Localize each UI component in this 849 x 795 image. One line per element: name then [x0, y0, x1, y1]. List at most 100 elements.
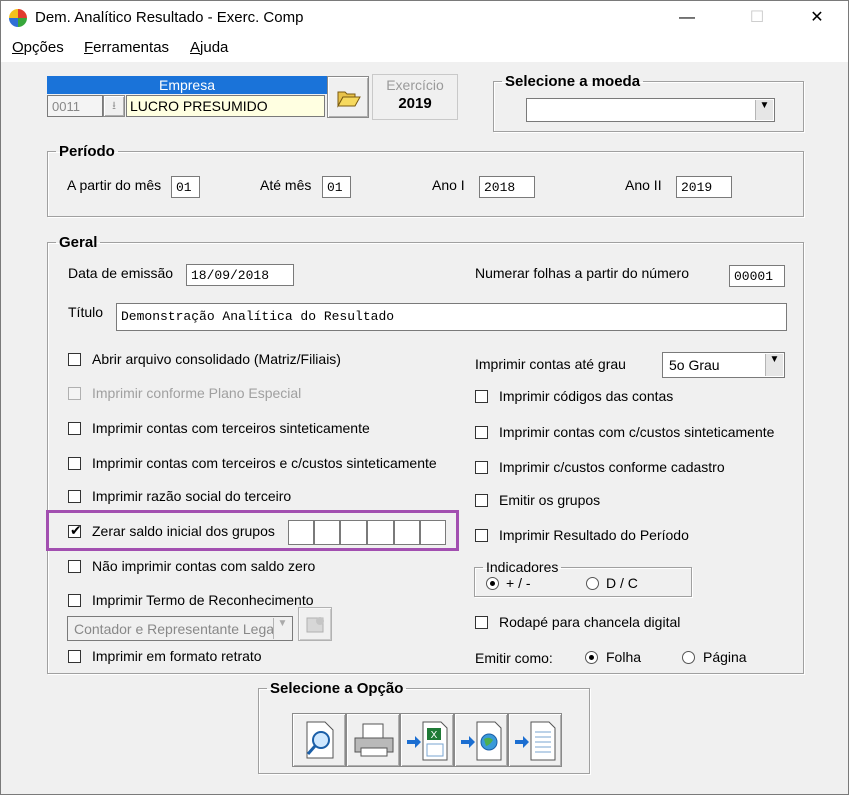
window-title: Dem. Analítico Resultado - Exerc. Comp — [35, 9, 304, 26]
option-label: Imprimir conforme Plano Especial — [92, 385, 302, 401]
page-number-field[interactable]: 00001 — [729, 265, 785, 287]
checkbox[interactable] — [475, 390, 488, 403]
radio-label: D / C — [606, 575, 638, 591]
menu-bar: Opções Ferramentas Ajuda — [1, 34, 848, 62]
checkbox[interactable] — [475, 529, 488, 542]
excel-export-icon: X — [407, 721, 448, 761]
option-label: Não imprimir contas com saldo zero — [92, 558, 316, 574]
option-label: Rodapé para chancela digital — [499, 614, 681, 630]
checkbox[interactable] — [475, 494, 488, 507]
reconhecimento-select: Contador e Representante Legal ▼ — [67, 616, 293, 641]
menu-opcoes-label: pções — [23, 39, 64, 56]
chevron-down-icon: ▼ — [765, 354, 783, 376]
open-folder-button[interactable] — [327, 76, 369, 118]
from-month-field[interactable]: 01 — [171, 176, 200, 198]
menu-ferramentas-mnemonic: F — [84, 39, 94, 56]
radio-selected[interactable] — [585, 651, 598, 664]
option-label: Imprimir Termo de Reconhecimento — [92, 592, 314, 608]
year2-field[interactable]: 2019 — [676, 176, 732, 198]
menu-opcoes[interactable]: Opções — [12, 39, 64, 56]
preview-button[interactable] — [292, 713, 346, 767]
export-excel-button[interactable]: X — [400, 713, 454, 767]
exercicio-label: Exercício — [386, 77, 444, 93]
preview-icon — [306, 721, 334, 759]
checkbox-checked[interactable]: ✔ — [68, 522, 82, 538]
indicadores-legend: Indicadores — [486, 559, 559, 575]
option-label: Imprimir códigos das contas — [499, 388, 674, 404]
radio-label: Folha — [606, 649, 642, 665]
app-icon — [9, 9, 27, 27]
checkbox[interactable] — [475, 461, 488, 474]
checkbox[interactable] — [68, 457, 81, 470]
moeda-select[interactable]: ▼ — [526, 98, 775, 122]
menu-ajuda-mnemonic: A — [190, 39, 201, 56]
menu-ferramentas[interactable]: Ferramentas — [84, 39, 169, 56]
reconhecimento-value: Contador e Representante Legal — [74, 621, 278, 637]
title-label: Título — [68, 304, 104, 320]
checkbox[interactable] — [68, 353, 81, 366]
empresa-lookup-button[interactable]: ⭳ — [103, 95, 125, 117]
title-bar: Dem. Analítico Resultado - Exerc. Comp —… — [1, 1, 848, 34]
radio-label: + / - — [506, 575, 531, 591]
empresa-code-field[interactable]: 0011 — [47, 95, 103, 117]
emitir-como-label: Emitir como: — [475, 650, 553, 666]
option-label: Imprimir razão social do terceiro — [92, 488, 292, 504]
checkbox[interactable] — [475, 616, 488, 629]
close-button[interactable]: ✕ — [794, 1, 840, 34]
open-folder-icon — [337, 91, 361, 108]
group-level-field[interactable] — [288, 520, 314, 545]
maximize-button[interactable]: ☐ — [734, 1, 780, 34]
group-level-field[interactable] — [314, 520, 340, 545]
emission-date-field[interactable]: 18/09/2018 — [186, 264, 294, 286]
menu-ajuda[interactable]: Ajuda — [190, 39, 228, 56]
radio[interactable] — [682, 651, 695, 664]
to-month-field[interactable]: 01 — [322, 176, 351, 198]
group-level-field[interactable] — [340, 520, 367, 545]
moeda-legend: Selecione a moeda — [505, 73, 641, 90]
checkbox[interactable] — [68, 594, 81, 607]
svg-text:X: X — [431, 730, 438, 741]
checkbox[interactable] — [68, 560, 81, 573]
export-document-button[interactable] — [508, 713, 562, 767]
group-level-field[interactable] — [367, 520, 394, 545]
chevron-down-icon: ▼ — [273, 618, 291, 639]
person-card-icon — [306, 617, 324, 633]
page-number-label: Numerar folhas a partir do número — [475, 265, 689, 281]
year1-field[interactable]: 2018 — [479, 176, 535, 198]
option-label: Imprimir em formato retrato — [92, 648, 262, 664]
from-month-label: A partir do mês — [67, 177, 162, 193]
minimize-button[interactable]: — — [664, 1, 710, 34]
option-label: Imprimir contas com terceiros sinteticam… — [92, 420, 370, 436]
print-button[interactable] — [346, 713, 400, 767]
checkbox[interactable] — [68, 650, 81, 663]
checkbox[interactable] — [475, 426, 488, 439]
report-title-field[interactable]: Demonstração Analítica do Resultado — [116, 303, 787, 331]
option-label: Emitir os grupos — [499, 492, 601, 508]
geral-legend: Geral — [59, 234, 98, 251]
printer-icon — [354, 723, 394, 757]
chevron-down-icon: ▼ — [755, 100, 773, 120]
geral-group: Geral — [47, 234, 804, 674]
option-label: Zerar saldo inicial dos grupos — [92, 523, 275, 539]
to-month-label: Até mês — [260, 177, 312, 193]
option-label: Imprimir contas com terceiros e c/custos… — [92, 455, 437, 471]
option-label: Abrir arquivo consolidado (Matriz/Filiai… — [92, 351, 341, 367]
empresa-name-field[interactable]: LUCRO PRESUMIDO — [126, 95, 325, 117]
export-web-button[interactable] — [454, 713, 508, 767]
menu-opcoes-mnemonic: O — [12, 39, 24, 56]
menu-ferramentas-label: erramentas — [93, 39, 170, 56]
grade-select[interactable]: 5o Grau ▼ — [662, 352, 785, 378]
grade-label: Imprimir contas até grau — [475, 356, 626, 372]
checkbox[interactable] — [68, 490, 81, 503]
reconhecimento-config-button — [298, 607, 332, 641]
empresa-header: Empresa — [47, 76, 327, 94]
group-level-field[interactable] — [394, 520, 420, 545]
down-arrow-icon: ⭳ — [112, 100, 116, 112]
group-level-field[interactable] — [420, 520, 446, 545]
group-level-fields — [288, 520, 446, 545]
year2-label: Ano II — [625, 177, 662, 193]
emission-date-label: Data de emissão — [68, 265, 174, 281]
checkbox[interactable] — [68, 422, 81, 435]
radio-selected[interactable] — [486, 577, 499, 590]
radio[interactable] — [586, 577, 599, 590]
